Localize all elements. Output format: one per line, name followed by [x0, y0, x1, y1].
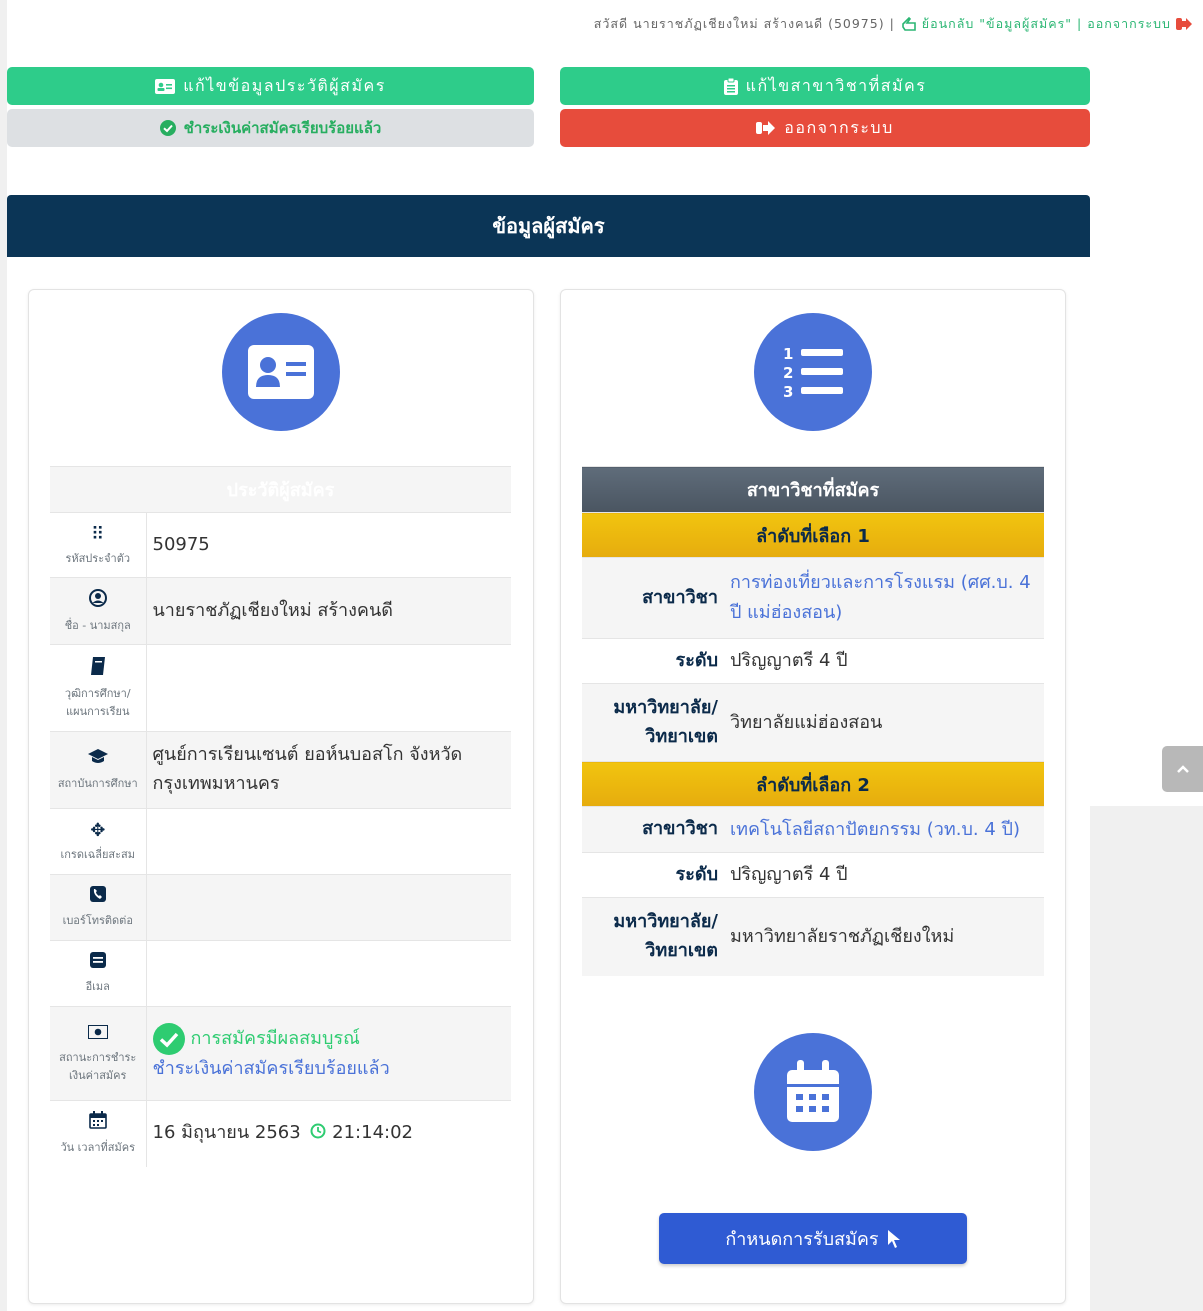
school-value: ศูนย์การเรียนเซนต์ ยอห์นบอสโก จังหวัดกรุ… [146, 731, 511, 809]
graduation-cap-icon [52, 748, 144, 770]
user-circle-icon [52, 588, 144, 612]
table-row: ✥ เกรดเฉลี่ยสะสม [50, 808, 511, 875]
clipboard-icon [723, 77, 738, 95]
apply-date: 16 มิถุนายน 2563 [152, 1122, 301, 1144]
table-row: ⠿ รหัสประจำตัว 50975 [50, 512, 511, 578]
logout-button[interactable]: ออกจากระบบ [560, 109, 1090, 147]
choice-2-major-link[interactable]: เทคโนโลยีสถาปัตยกรรม (วท.บ. 4 ปี) [724, 806, 1044, 853]
applicant-id-value: 50975 [146, 512, 511, 578]
apply-datetime-value: 16 มิถุนายน 2563 21:14:02 [146, 1100, 511, 1167]
hand-pointer-icon [901, 16, 916, 31]
chevron-up-icon [1176, 765, 1189, 773]
phone-icon [52, 886, 144, 907]
money-bill-icon [52, 1023, 144, 1044]
table-row: ชื่อ - นามสกุล นายราชภัฏเชียงใหม่ สร้างค… [50, 577, 511, 645]
profile-table: ประวัติผู้สมัคร ⠿ รหัสประจำตัว 50975 ชื่อ… [50, 466, 511, 1167]
book-icon [52, 656, 144, 680]
numbered-list-icon: 123 [783, 345, 843, 401]
payment-status-value: การสมัครมีผลสมบูรณ์ ชำระเงินค่าสมัครเรีย… [146, 1006, 511, 1101]
gpa-value [146, 808, 511, 875]
table-row: อีเมล [50, 940, 511, 1007]
edit-major-button[interactable]: แก้ไขสาขาวิชาที่สมัคร [560, 67, 1090, 105]
table-row: ระดับ ปริญญาตรี 4 ปี [582, 852, 1044, 898]
table-row: สาขาวิชา การท่องเที่ยวและการโรงแรม (ศศ.บ… [582, 557, 1044, 639]
choice-1-heading: ลำดับที่เลือก 1 [582, 512, 1044, 558]
calendar-icon [52, 1111, 144, 1134]
sign-out-icon [756, 121, 776, 135]
majors-table: สาขาวิชาที่สมัคร ลำดับที่เลือก 1 สาขาวิช… [582, 466, 1044, 976]
table-row: สาขาวิชา เทคโนโลยีสถาปัตยกรรม (วท.บ. 4 ป… [582, 806, 1044, 853]
table-row: วัน เวลาที่สมัคร 16 มิถุนายน 2563 21:14:… [50, 1100, 511, 1167]
svg-text:3: 3 [783, 383, 793, 401]
schedule-button[interactable]: กำหนดการรับสมัคร [659, 1213, 967, 1264]
top-user-bar: สวัสดี นายราชภัฏเชียงใหม่ สร้างคนดี (509… [594, 14, 1193, 34]
choice-1-major-link[interactable]: การท่องเที่ยวและการโรงแรม (ศศ.บ. 4 ปี แม… [724, 557, 1044, 639]
education-value [146, 644, 511, 732]
profile-table-heading: ประวัติผู้สมัคร [50, 466, 511, 513]
choice-1-university: วิทยาลัยแม่ฮ่องสอน [724, 683, 1044, 762]
phone-value [146, 874, 511, 941]
calendar-icon-circle [754, 1033, 872, 1151]
page-title-bar: ข้อมูลผู้สมัคร [7, 195, 1090, 257]
payment-status-button[interactable]: ชำระเงินค่าสมัครเรียบร้อยแล้ว [7, 109, 534, 147]
profile-card-icon-circle [222, 313, 340, 431]
table-row: สถานะการชำระเงินค่าสมัคร การสมัครมีผลสมบ… [50, 1006, 511, 1101]
id-card-icon [248, 345, 314, 399]
envelope-icon [52, 952, 144, 973]
payment-complete-text: การสมัครมีผลสมบูรณ์ [190, 1027, 360, 1049]
clock-icon [310, 1123, 326, 1139]
payment-detail-link[interactable]: ชำระเงินค่าสมัครเรียบร้อยแล้ว [153, 1055, 506, 1084]
applicant-name-value: นายราชภัฏเชียงใหม่ สร้างคนดี [146, 577, 511, 645]
keypad-icon: ⠿ [91, 523, 105, 545]
topbar-logout-link[interactable]: ออกจากระบบ [1087, 14, 1193, 34]
table-row: เบอร์โทรติดต่อ [50, 874, 511, 941]
greeting-text: สวัสดี นายราชภัฏเชียงใหม่ สร้างคนดี (509… [593, 16, 895, 31]
table-row: มหาวิทยาลัย/ วิทยาเขต มหาวิทยาลัยราชภัฏเ… [582, 897, 1044, 976]
edit-profile-button[interactable]: แก้ไขข้อมูลประวัติผู้สมัคร [7, 67, 534, 105]
majors-table-heading: สาขาวิชาที่สมัคร [582, 466, 1044, 513]
table-row: สถาบันการศึกษา ศูนย์การเรียนเซนต์ ยอห์นบ… [50, 731, 511, 809]
majors-card-icon-circle: 123 [754, 313, 872, 431]
svg-text:1: 1 [783, 345, 793, 363]
check-circle-icon [159, 120, 176, 136]
calendar-icon [787, 1060, 839, 1122]
crosshair-icon: ✥ [90, 820, 106, 841]
choice-1-level: ปริญญาตรี 4 ปี [724, 638, 1044, 684]
sign-out-icon [1176, 18, 1192, 30]
choice-2-heading: ลำดับที่เลือก 2 [582, 761, 1044, 807]
choice-2-university: มหาวิทยาลัยราชภัฏเชียงใหม่ [724, 897, 1044, 976]
check-circle-icon [152, 1023, 185, 1056]
page-title: ข้อมูลผู้สมัคร [492, 214, 605, 238]
table-row: วุฒิการศึกษา/ แผนการเรียน [50, 644, 511, 732]
email-value [146, 940, 511, 1007]
table-row: ระดับ ปริญญาตรี 4 ปี [582, 638, 1044, 684]
svg-text:2: 2 [783, 364, 793, 382]
choice-2-level: ปริญญาตรี 4 ปี [724, 852, 1044, 898]
id-card-icon [155, 78, 176, 94]
scroll-to-top-button[interactable] [1162, 746, 1203, 792]
page-background-right [1090, 0, 1203, 806]
table-row: มหาวิทยาลัย/ วิทยาเขต วิทยาลัยแม่ฮ่องสอน [582, 683, 1044, 762]
back-link[interactable]: ย้อนกลับ "ข้อมูลผู้สมัคร" | [900, 14, 1082, 34]
apply-time: 21:14:02 [332, 1122, 413, 1144]
mouse-pointer-icon [887, 1229, 900, 1248]
